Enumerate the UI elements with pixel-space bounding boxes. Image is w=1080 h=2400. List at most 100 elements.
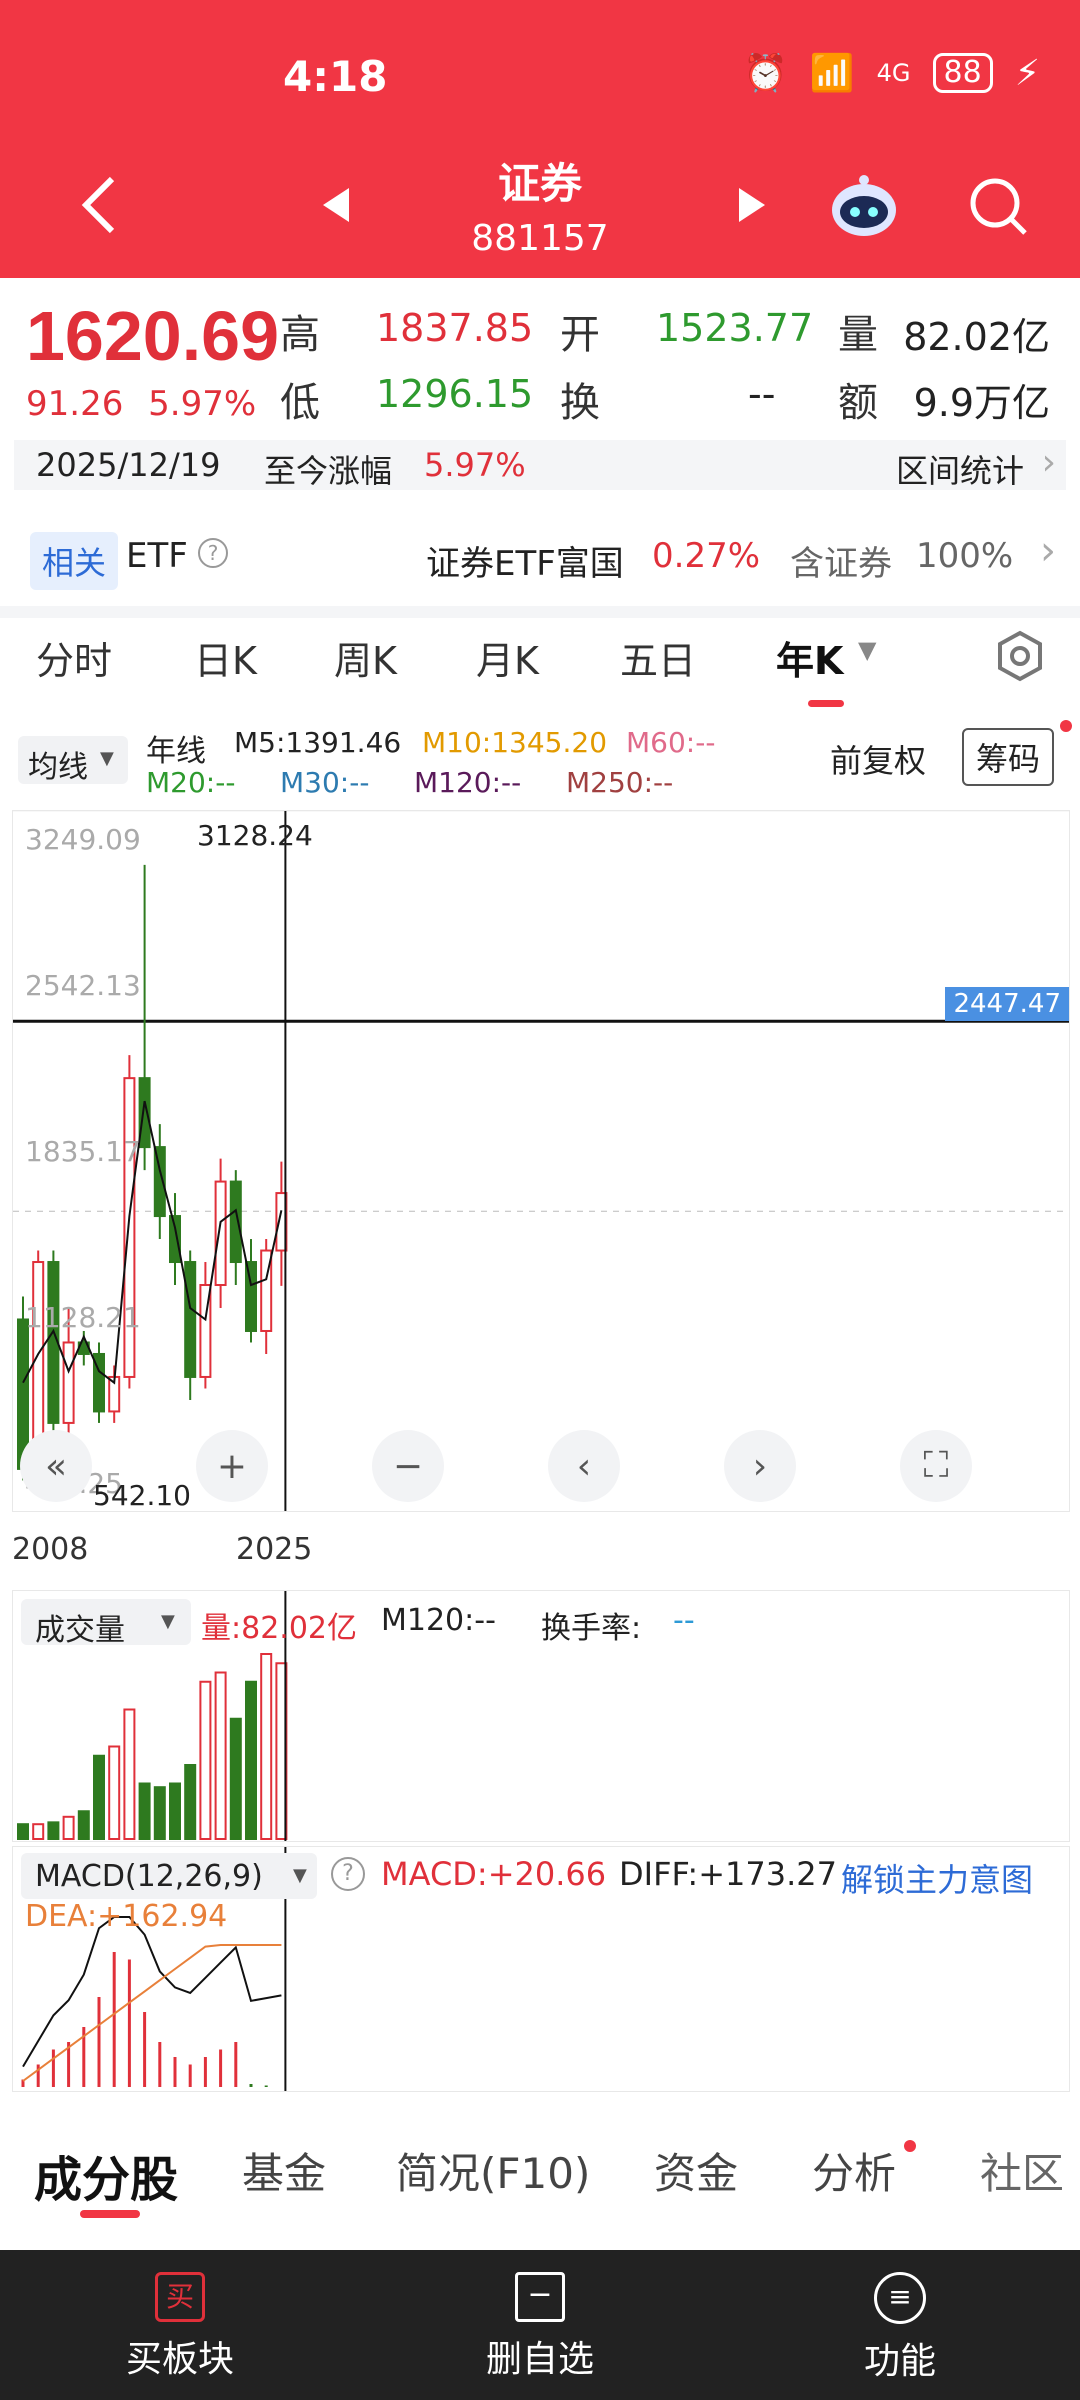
search-icon[interactable] xyxy=(964,172,1034,242)
tab-community[interactable]: 社区 xyxy=(980,2140,1064,2201)
ma250-value: M250:-- xyxy=(566,766,674,799)
notification-dot xyxy=(904,2140,916,2152)
open-value: 1523.77 xyxy=(656,306,814,350)
zoom-in-button[interactable]: + xyxy=(196,1430,268,1502)
next-stock-button[interactable] xyxy=(732,185,772,225)
last-price: 1620.69 xyxy=(26,297,280,375)
pan-left-button[interactable]: ‹ xyxy=(548,1430,620,1502)
functions-button[interactable]: ≡ 功能 xyxy=(820,2272,980,2384)
tab-analysis[interactable]: 分析 xyxy=(812,2140,896,2201)
ma20-value: M20:-- xyxy=(146,766,236,799)
volume-bar xyxy=(229,1717,242,1840)
x-axis-start: 2008 xyxy=(12,1532,89,1567)
price-change: 91.26 5.97% xyxy=(26,384,256,424)
crosshair-value-tag: 2447.47 xyxy=(945,987,1069,1021)
battery-icon: 88 xyxy=(932,53,993,93)
pan-right-button[interactable]: › xyxy=(724,1430,796,1502)
ma10-value: M10:1345.20 xyxy=(422,726,608,759)
chevron-right-icon: › xyxy=(1041,442,1056,483)
volume-value: 82.02亿 xyxy=(903,315,1050,359)
amount-label: 额 xyxy=(838,380,878,426)
volume-bar xyxy=(199,1680,212,1840)
y-tick-label: 1128.21 xyxy=(25,1301,141,1334)
change-percent: 5.97% xyxy=(148,384,257,424)
volume-bar xyxy=(123,1708,136,1840)
network-type: 4G xyxy=(876,59,911,87)
tab-monthly-k[interactable]: 月K xyxy=(476,630,539,685)
menu-icon: ≡ xyxy=(874,2272,926,2324)
since-label: 至今涨幅 xyxy=(264,452,393,490)
tab-yearly-k[interactable]: 年K xyxy=(776,630,843,685)
section-divider xyxy=(0,606,1080,618)
collapse-left-button[interactable]: « xyxy=(20,1430,92,1502)
ma-selector-label: 均线 xyxy=(28,750,88,785)
ma5-value: M5:1391.46 xyxy=(234,726,402,759)
high-marker-label: 3128.24 xyxy=(197,819,313,852)
chevron-right-icon: › xyxy=(1040,528,1056,574)
macd-panel[interactable]: MACD(12,26,9) ▼ ? MACD:+20.66 DIFF:+173.… xyxy=(12,1846,1070,2092)
status-time: 4:18 xyxy=(283,52,388,101)
candle-body xyxy=(229,1180,242,1264)
open-label: 开 xyxy=(560,312,600,358)
related-tag: 相关 xyxy=(30,532,119,590)
tab-constituents[interactable]: 成分股 xyxy=(34,2140,178,2210)
tab-fund[interactable]: 基金 xyxy=(242,2140,326,2201)
volume-bar xyxy=(138,1782,151,1840)
tab-intraday[interactable]: 分时 xyxy=(36,630,112,685)
buy-sector-label: 买板块 xyxy=(125,2339,234,2380)
volume-ma120: M120:-- xyxy=(381,1603,496,1638)
chips-button[interactable]: 筹码 xyxy=(962,728,1055,786)
help-icon[interactable]: ? xyxy=(198,538,228,568)
since-value: 5.97% xyxy=(424,446,526,484)
ma120-value: M120:-- xyxy=(414,766,522,799)
tab-weekly-k[interactable]: 周K xyxy=(334,630,397,685)
dea-value: DEA:+162.94 xyxy=(25,1899,228,1934)
date-row: 2025/12/19 至今涨幅 5.97% 区间统计 › xyxy=(14,440,1066,490)
fullscreen-icon[interactable]: ⛶ xyxy=(900,1430,972,1502)
volume-bar xyxy=(214,1671,227,1840)
wifi-icon: 📶 xyxy=(809,53,855,94)
volume-bar xyxy=(77,1810,90,1840)
tab-profile[interactable]: 简况(F10) xyxy=(396,2140,590,2201)
volume-panel[interactable]: 成交量 ▼ 量:82.02亿 M120:-- 换手率: -- xyxy=(12,1590,1070,1842)
active-tab-indicator xyxy=(80,2210,140,2218)
adjust-mode[interactable]: 前复权 xyxy=(830,736,926,782)
volume-bar xyxy=(62,1815,75,1841)
low-marker-label: 542.10 xyxy=(93,1479,191,1512)
alarm-icon: ⏰ xyxy=(743,53,788,94)
ma-selector[interactable]: 均线 ▼ xyxy=(18,736,128,785)
turnover-value: -- xyxy=(748,372,776,416)
buy-sector-button[interactable]: 买 买板块 xyxy=(100,2272,260,2382)
related-etf-row[interactable]: 相关 ETF ? 证券ETF富国 0.27% 含证券 100% › xyxy=(0,520,1080,600)
etf-change: 0.27% xyxy=(652,536,761,576)
tab-capital[interactable]: 资金 xyxy=(654,2140,738,2201)
settings-icon[interactable] xyxy=(994,630,1046,686)
etf-label: ETF xyxy=(126,536,188,576)
remove-watchlist-button[interactable]: − 删自选 xyxy=(460,2272,620,2382)
interval-stats-link[interactable]: 区间统计 xyxy=(896,446,1024,492)
page-title: 证券 xyxy=(497,159,582,208)
robot-assistant-icon[interactable] xyxy=(826,172,902,242)
ma60-value: M60:-- xyxy=(626,726,716,759)
volume-bar xyxy=(169,1782,181,1840)
kline-period-tabs: 分时 日K 周K 月K 五日 年K ▼ xyxy=(0,630,1080,707)
candle-body xyxy=(169,1215,181,1264)
volume-bar xyxy=(93,1754,105,1840)
volume-bar xyxy=(153,1786,166,1840)
turnover-label: 换 xyxy=(560,380,600,426)
bottom-action-bar: 买 买板块 − 删自选 ≡ 功能 xyxy=(0,2250,1080,2400)
zoom-out-button[interactable]: − xyxy=(372,1430,444,1502)
unlock-main-force-link[interactable]: 解锁主力意图 xyxy=(841,1855,1033,1901)
holding-label: 含证券 xyxy=(790,544,892,584)
volume-indicator-selector[interactable]: 成交量 ▼ xyxy=(21,1599,191,1648)
tab-daily-k[interactable]: 日K xyxy=(194,630,257,685)
functions-label: 功能 xyxy=(863,2341,936,2382)
kline-chart[interactable]: 3249.09 2542.13 1835.17 1128.21 421.25 3… xyxy=(12,810,1070,1512)
volume-panel-value: 量:82.02亿 xyxy=(201,1611,357,1646)
macd-selector-label: MACD(12,26,9) xyxy=(35,1859,263,1894)
help-icon[interactable]: ? xyxy=(331,1857,365,1891)
macd-indicator-selector[interactable]: MACD(12,26,9) ▼ xyxy=(21,1853,317,1899)
tab-five-day[interactable]: 五日 xyxy=(620,630,696,685)
detail-tabs: 成分股 基金 简况(F10) 资金 分析 社区 xyxy=(0,2110,1080,2230)
notification-dot xyxy=(1060,720,1072,732)
